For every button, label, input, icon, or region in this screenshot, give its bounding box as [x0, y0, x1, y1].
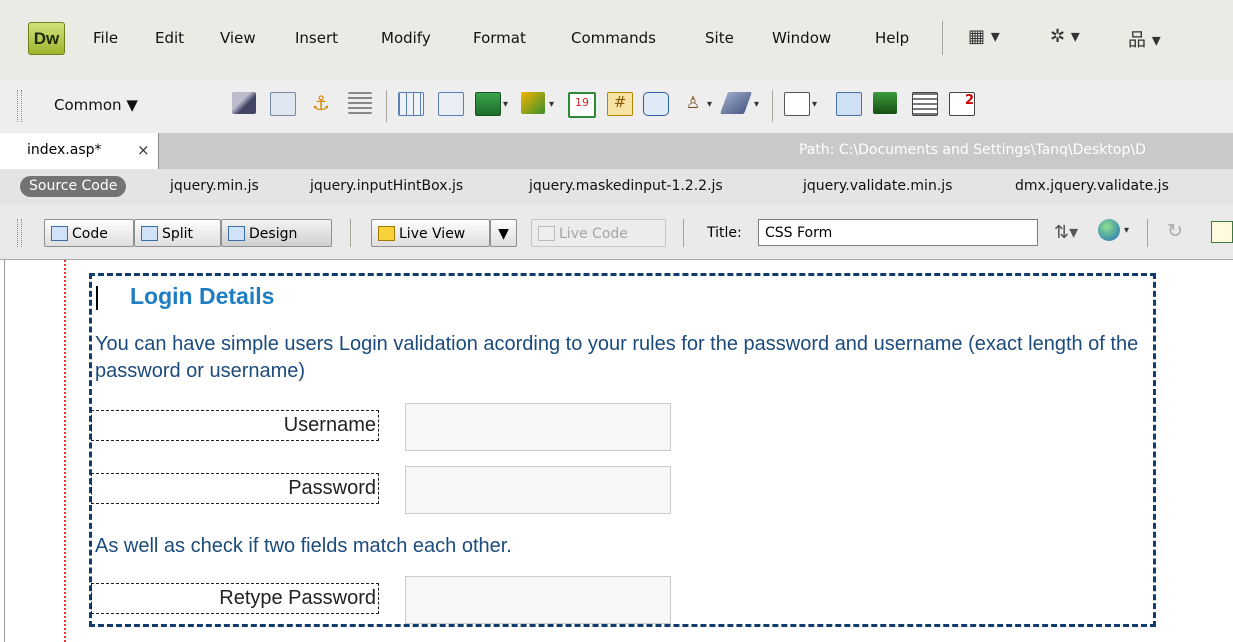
guide-line [64, 260, 66, 642]
menu-view[interactable]: View [220, 29, 256, 47]
document-tab-name: index.asp* [27, 142, 102, 158]
split-icon [141, 226, 158, 241]
retype-password-field[interactable] [405, 576, 671, 624]
date-icon[interactable]: 19 [568, 92, 596, 118]
text-cursor [96, 286, 98, 310]
div-tag-icon[interactable] [438, 92, 464, 116]
menu-site[interactable]: Site [705, 29, 734, 47]
live-view-button[interactable]: Live View [371, 219, 490, 247]
dreamweaver-logo: Dw [28, 22, 65, 55]
password-label: Password [91, 473, 379, 504]
menu-format[interactable]: Format [473, 29, 526, 47]
related-file[interactable]: dmx.jquery.validate.js [1015, 178, 1169, 194]
title-input[interactable] [758, 219, 1038, 246]
design-label: Design [249, 226, 298, 242]
related-file[interactable]: jquery.validate.min.js [803, 178, 952, 194]
file-management-icon[interactable]: ⇅▾ [1054, 222, 1078, 243]
insert-bar-grip[interactable] [17, 90, 22, 122]
live-code-label: Live Code [559, 226, 628, 242]
live-view-options-button[interactable]: ▼ [490, 219, 517, 247]
doc-toolbar-separator [683, 219, 684, 247]
layout-icon[interactable]: ▦ ▾ [968, 26, 1000, 47]
comment-icon[interactable] [643, 92, 669, 116]
gear-icon[interactable]: ✲ ▾ [1050, 26, 1080, 47]
close-icon[interactable]: × [137, 141, 150, 159]
menu-window[interactable]: Window [772, 29, 831, 47]
retype-password-label: Retype Password [91, 583, 379, 614]
head-icon[interactable]: ♙ [681, 92, 705, 114]
code-label: Code [72, 226, 108, 242]
preview-caret-icon[interactable]: ▾ [1124, 225, 1129, 236]
code-icon [51, 226, 68, 241]
menu-commands[interactable]: Commands [571, 29, 656, 47]
document-path: Path: C:\Documents and Settings\Tanq\Des… [799, 142, 1146, 158]
refresh-icon[interactable]: ↻ [1167, 220, 1183, 242]
menu-modify[interactable]: Modify [381, 29, 431, 47]
live-code-button[interactable]: Live Code [531, 219, 666, 247]
username-field[interactable] [405, 403, 671, 451]
split-label: Split [162, 226, 194, 242]
doc-toolbar-separator [350, 219, 351, 247]
media-icon[interactable] [521, 92, 545, 114]
menu-help[interactable]: Help [875, 29, 909, 47]
lightning-icon [378, 226, 395, 241]
split-view-button[interactable]: Split [134, 219, 221, 247]
image-caret-icon[interactable]: ▾ [503, 99, 508, 110]
live-view-label: Live View [399, 226, 466, 242]
image-icon[interactable] [475, 92, 501, 116]
email-link-icon[interactable] [270, 92, 296, 116]
media-caret-icon[interactable]: ▾ [549, 99, 554, 110]
insert-separator [772, 90, 773, 122]
username-label: Username [91, 410, 379, 441]
preview-in-browser-icon[interactable] [1098, 219, 1120, 241]
related-file[interactable]: jquery.maskedinput-1.2.2.js [529, 178, 723, 194]
password-field[interactable] [405, 466, 671, 514]
site-icon[interactable]: 品 ▾ [1128, 26, 1161, 52]
code-view-button[interactable]: Code [44, 219, 134, 247]
head-caret-icon[interactable]: ▾ [707, 99, 712, 110]
source-code-button[interactable]: Source Code [20, 176, 127, 197]
related-file[interactable]: jquery.inputHintBox.js [310, 178, 463, 194]
design-icon [228, 226, 245, 241]
menu-insert[interactable]: Insert [295, 29, 338, 47]
insert-separator [386, 90, 387, 122]
menu-edit[interactable]: Edit [155, 29, 184, 47]
repeat-region-icon[interactable]: 2 [949, 92, 975, 116]
form-description: You can have simple users Login validati… [95, 333, 1139, 382]
live-code-icon [538, 226, 555, 241]
doc-toolbar-separator [1147, 219, 1148, 247]
server-side-include-icon[interactable]: # [607, 92, 633, 116]
menu-separator [942, 21, 943, 55]
templates-caret-icon[interactable]: ▾ [812, 99, 817, 110]
design-view-button[interactable]: Design [221, 219, 332, 247]
recordset-icon[interactable] [912, 92, 938, 116]
insert-category-label: Common [54, 96, 122, 114]
widget-icon[interactable] [873, 92, 897, 114]
hyperlink-icon[interactable] [232, 92, 256, 114]
document-toolbar-grip[interactable] [17, 219, 22, 247]
match-description: As well as check if two fields match eac… [95, 535, 512, 557]
ruler-edge [0, 260, 5, 642]
related-file[interactable]: jquery.min.js [170, 178, 259, 194]
named-anchor-icon[interactable]: ⚓ [309, 92, 333, 114]
menu-file[interactable]: File [93, 29, 118, 47]
title-label: Title: [707, 225, 742, 241]
templates-icon[interactable] [784, 92, 810, 116]
form-heading: Login Details [130, 283, 275, 309]
tag-chooser-icon[interactable] [836, 92, 862, 116]
view-options-icon[interactable] [1211, 221, 1233, 243]
horizontal-rule-icon[interactable] [348, 92, 372, 114]
script-caret-icon[interactable]: ▾ [754, 99, 759, 110]
insert-category-dropdown[interactable]: Common ▼ [54, 96, 138, 114]
table-icon[interactable] [398, 92, 424, 116]
